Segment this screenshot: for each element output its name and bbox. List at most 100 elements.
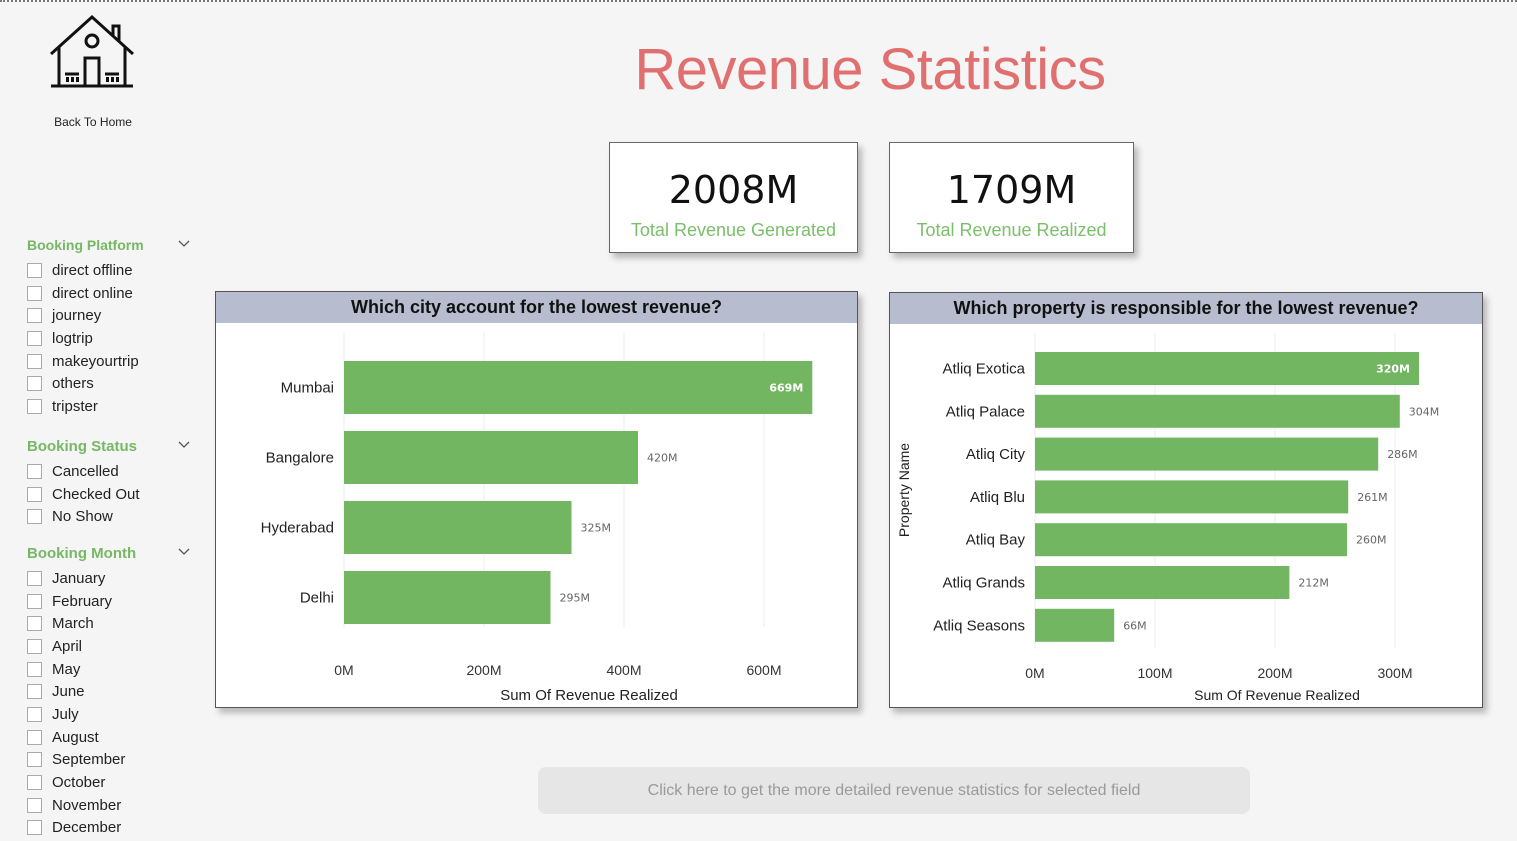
slicer-option[interactable]: makeyourtrip — [27, 350, 197, 373]
category-label: Atliq Seasons — [933, 617, 1025, 634]
category-label: Atliq City — [966, 446, 1026, 463]
city-revenue-chart-panel: 0M 200M 400M 600M Mumbai 669M Bangalore 420M Hyd… — [215, 291, 858, 708]
chevron-down-icon[interactable] — [177, 545, 191, 559]
bar[interactable] — [1035, 437, 1379, 471]
bar[interactable] — [344, 431, 638, 484]
data-label: 260M — [1356, 534, 1387, 547]
checkbox[interactable] — [27, 486, 42, 502]
x-tick-label: 300M — [1377, 665, 1412, 681]
bar[interactable] — [1035, 523, 1347, 557]
slicer-option[interactable]: April — [27, 635, 197, 658]
slicer-option-label: makeyourtrip — [52, 352, 139, 370]
x-axis-title: Sum Of Revenue Realized — [500, 687, 678, 704]
slicer-option-label: June — [52, 683, 85, 701]
category-label: Atliq Grands — [942, 575, 1025, 592]
category-label: Mumbai — [281, 380, 334, 397]
checkbox[interactable] — [27, 285, 42, 301]
bar[interactable] — [344, 361, 813, 414]
bar[interactable] — [1035, 394, 1400, 428]
back-to-home-button[interactable]: Back To Home — [40, 12, 150, 137]
slicer-option-label: July — [52, 705, 79, 723]
checkbox[interactable] — [27, 684, 42, 700]
slicer-option-label: Cancelled — [52, 462, 119, 480]
slicer-option[interactable]: No Show — [27, 505, 197, 528]
checkbox[interactable] — [27, 797, 42, 813]
slicer-option[interactable]: journey — [27, 304, 197, 327]
category-label: Bangalore — [266, 450, 334, 467]
checkbox[interactable] — [27, 463, 42, 479]
checkbox[interactable] — [27, 820, 42, 836]
slicer-option-label: No Show — [52, 508, 113, 526]
slicer-booking-status: Booking Status Cancelled Checked Out No Sh… — [27, 438, 197, 528]
slicer-option[interactable]: tripster — [27, 395, 197, 418]
slicer-option[interactable]: direct online — [27, 282, 197, 305]
checkbox[interactable] — [27, 398, 42, 414]
slicer-option[interactable]: Cancelled — [27, 460, 197, 483]
chevron-down-icon[interactable] — [177, 438, 191, 452]
checkbox[interactable] — [27, 593, 42, 609]
x-axis-title: Sum Of Revenue Realized — [1194, 687, 1360, 703]
bar[interactable] — [1035, 352, 1419, 385]
slicer-option-label: logtrip — [52, 329, 93, 347]
slicer-option[interactable]: direct offline — [27, 259, 197, 282]
bar[interactable] — [344, 571, 551, 624]
slicer-option-label: February — [52, 592, 113, 610]
category-label: Atliq Palace — [946, 403, 1025, 420]
slicer-option[interactable]: December — [27, 817, 197, 840]
checkbox[interactable] — [27, 706, 42, 722]
slicer-option[interactable]: March — [27, 612, 197, 635]
slicer-option[interactable]: February — [27, 590, 197, 613]
checkbox[interactable] — [27, 376, 42, 392]
checkbox[interactable] — [27, 308, 42, 324]
category-label: Atliq Exotica — [942, 361, 1025, 378]
slicer-option[interactable]: others — [27, 372, 197, 395]
slicer-option[interactable]: August — [27, 726, 197, 749]
kpi-value: 1709M — [946, 168, 1077, 212]
detailed-statistics-button[interactable]: Click here to get the more detailed reve… — [538, 767, 1250, 814]
checkbox[interactable] — [27, 775, 42, 791]
checkbox[interactable] — [27, 729, 42, 745]
bar[interactable] — [1035, 608, 1115, 642]
bar[interactable] — [1035, 480, 1349, 514]
slicer-option-label: March — [52, 615, 94, 633]
checkbox[interactable] — [27, 638, 42, 654]
category-label: Atliq Blu — [970, 489, 1025, 506]
kpi-label: Total Revenue Realized — [916, 220, 1107, 240]
data-label: 420M — [647, 452, 678, 465]
slicer-option[interactable]: Checked Out — [27, 483, 197, 506]
slicer-option[interactable]: May — [27, 658, 197, 681]
chart-title: Which city account for the lowest revenu… — [216, 292, 857, 323]
slicer-option[interactable]: November — [27, 794, 197, 817]
y-axis-title: Property Name — [896, 443, 912, 537]
slicer-option[interactable]: logtrip — [27, 327, 197, 350]
slicer-option-label: November — [52, 796, 122, 814]
checkbox[interactable] — [27, 570, 42, 586]
property-revenue-chart: 0M 100M 200M 300M Atliq Exotica 320M Atliq Pal… — [896, 333, 1439, 703]
slicer-title: Booking Month — [27, 545, 137, 562]
checkbox[interactable] — [27, 616, 42, 632]
checkbox[interactable] — [27, 330, 42, 346]
chevron-down-icon[interactable] — [177, 237, 191, 251]
slicer-option[interactable]: July — [27, 703, 197, 726]
slicer-option[interactable]: September — [27, 749, 197, 772]
checkbox[interactable] — [27, 752, 42, 768]
kpi-card-revenue-realized: 1709M Total Revenue Realized — [889, 142, 1134, 253]
data-label: 325M — [581, 522, 612, 535]
x-tick-label: 100M — [1137, 665, 1172, 681]
checkbox[interactable] — [27, 509, 42, 525]
checkbox[interactable] — [27, 661, 42, 677]
city-revenue-chart: 0M 200M 400M 600M Mumbai 669M Bangalore 420M Hyd… — [261, 332, 813, 704]
slicer-option[interactable]: October — [27, 771, 197, 794]
slicer-option[interactable]: January — [27, 567, 197, 590]
page-title: Revenue Statistics — [634, 37, 1106, 102]
x-tick-label: 600M — [746, 662, 781, 678]
checkbox[interactable] — [27, 353, 42, 369]
bar[interactable] — [344, 501, 572, 554]
slicer-option-label: May — [52, 660, 81, 678]
checkbox[interactable] — [27, 262, 42, 278]
bar[interactable] — [1035, 566, 1290, 599]
kpi-card-revenue-generated: 2008M Total Revenue Generated — [609, 142, 858, 253]
slicer-option[interactable]: June — [27, 680, 197, 703]
slicer-booking-platform: Booking Platform direct offline direct on… — [27, 237, 197, 418]
slicer-option-label: tripster — [52, 397, 98, 415]
